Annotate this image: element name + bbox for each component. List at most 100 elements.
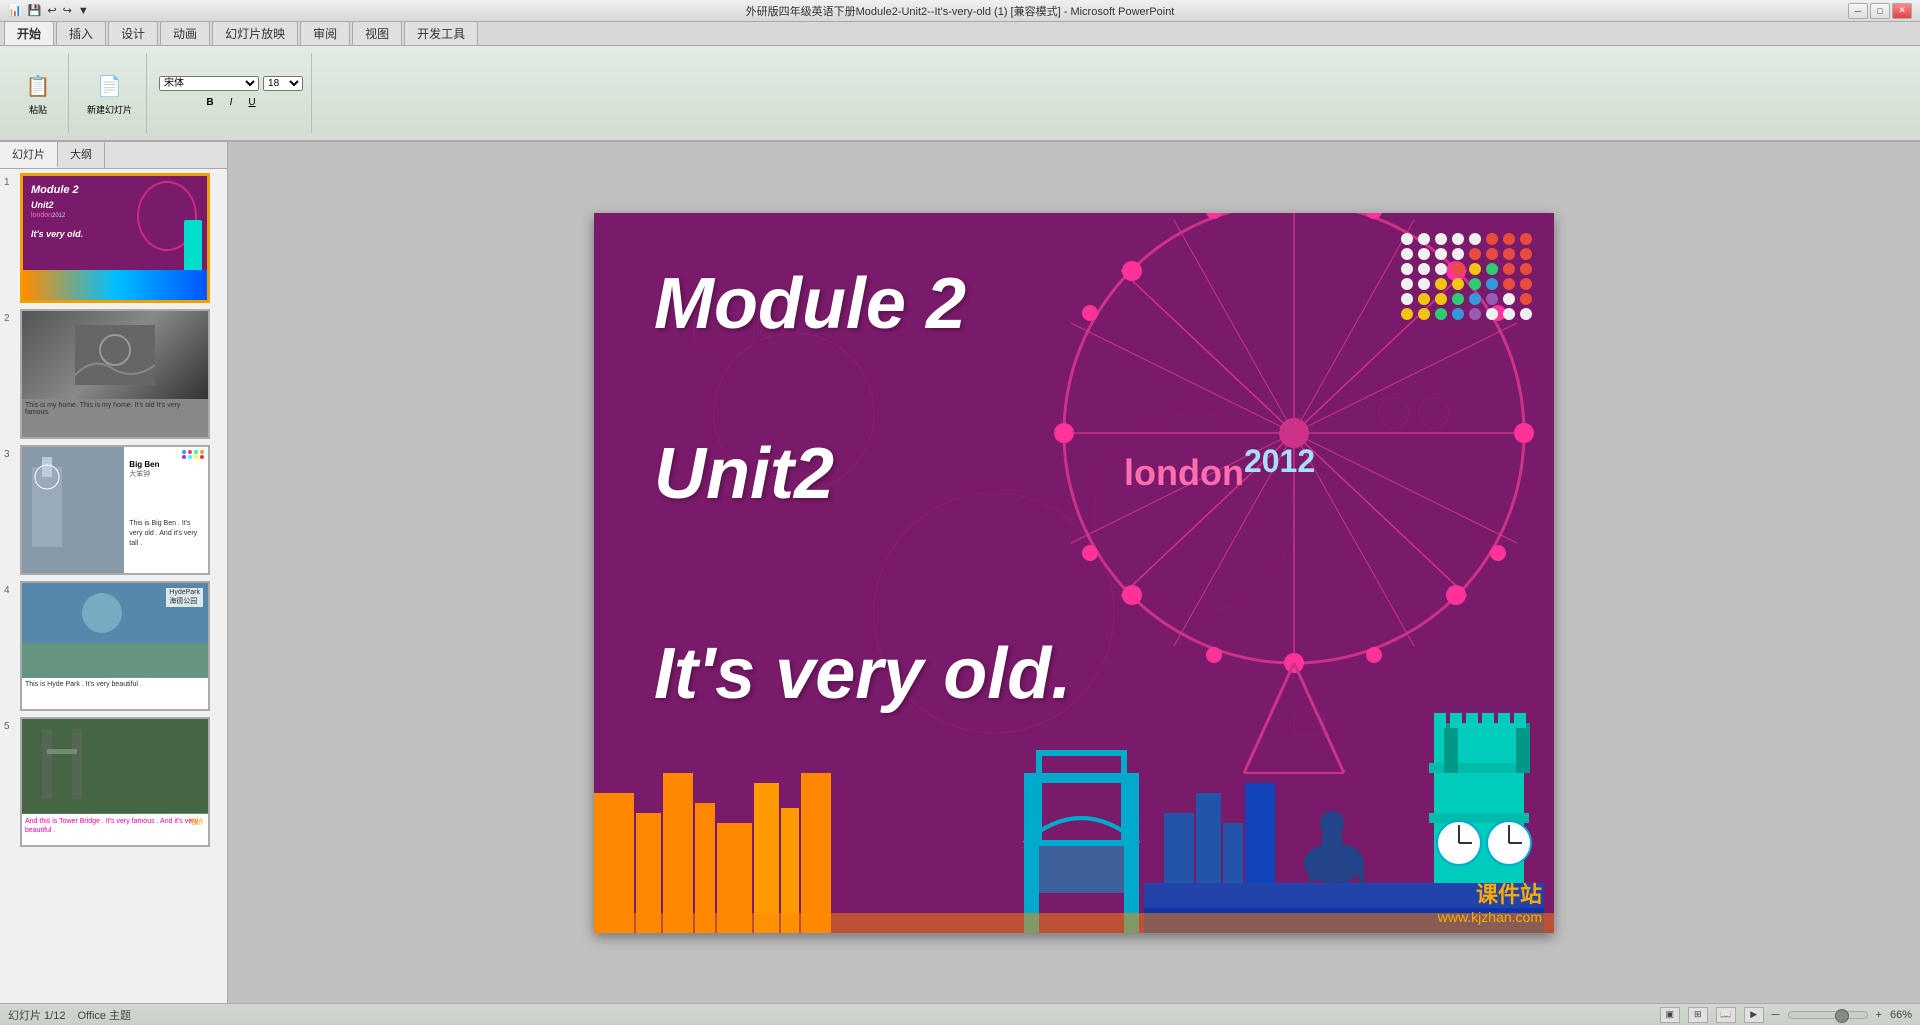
slide-thumb-4[interactable]: 4 HydePark 海德公园 xyxy=(4,581,223,711)
dot-0-2 xyxy=(1435,233,1447,245)
slide-info: 幻灯片 1/12 xyxy=(8,1007,65,1023)
dot-2-7 xyxy=(1520,263,1532,275)
window-title: 外研版四年级英语下册Module2-Unit2--It's-very-old (… xyxy=(746,3,1175,19)
dot-2-0 xyxy=(1401,263,1413,275)
s5-lbl: 塔桥 xyxy=(189,817,203,827)
dot-4-3 xyxy=(1452,293,1464,305)
bold-button[interactable]: B xyxy=(200,95,219,110)
s3-title: Big Ben xyxy=(129,460,203,469)
zoom-minus[interactable]: ─ xyxy=(1772,1009,1780,1021)
dot-4-2 xyxy=(1435,293,1447,305)
s5-caption: And this is Tower Bridge . It's very fam… xyxy=(22,814,208,838)
tab-slides[interactable]: 幻灯片 xyxy=(0,142,58,168)
slide-thumb-2[interactable]: 2 This is my home. This is my home. It's… xyxy=(4,309,223,439)
tab-review[interactable]: 审阅 xyxy=(300,21,350,45)
close-button[interactable]: ✕ xyxy=(1892,3,1912,19)
normal-view-button[interactable]: ▣ xyxy=(1660,1007,1680,1023)
s1-module: Module 2 xyxy=(31,184,79,196)
reading-view-button[interactable]: 📖 xyxy=(1716,1007,1736,1023)
quick-redo[interactable]: ↪ xyxy=(63,4,72,17)
quick-more[interactable]: ▼ xyxy=(78,5,89,17)
slide-preview-2: This is my home. This is my home. It's o… xyxy=(20,309,210,439)
dot-3-4 xyxy=(1469,278,1481,290)
tab-view[interactable]: 视图 xyxy=(352,21,402,45)
dot-5-4 xyxy=(1469,308,1481,320)
dot-0-7 xyxy=(1520,233,1532,245)
ribbon-tabs: 开始 插入 设计 动画 幻灯片放映 审阅 视图 开发工具 xyxy=(0,22,1920,46)
dot-0-0 xyxy=(1401,233,1413,245)
maximize-button[interactable]: □ xyxy=(1870,3,1890,19)
dot-4-1 xyxy=(1418,293,1430,305)
dot-4-6 xyxy=(1503,293,1515,305)
tab-slideshow[interactable]: 幻灯片放映 xyxy=(212,21,298,45)
watermark: 课件站 www.kjzhan.com xyxy=(1438,877,1542,925)
s1-cityscape xyxy=(23,270,207,300)
quick-undo[interactable]: ↩ xyxy=(47,4,56,17)
new-slide-button[interactable]: 📄 新建幻灯片 xyxy=(81,69,138,118)
paste-button[interactable]: 📋 粘贴 xyxy=(16,69,60,118)
dot-5-3 xyxy=(1452,308,1464,320)
dot-4-0 xyxy=(1401,293,1413,305)
slide-sorter-button[interactable]: ⊞ xyxy=(1688,1007,1708,1023)
dot-5-1 xyxy=(1418,308,1430,320)
slide-num-1: 1 xyxy=(4,173,20,188)
dot-2-2 xyxy=(1435,263,1447,275)
slide-thumb-1[interactable]: 1 Module 2 Unit2 london2012 It's very ol… xyxy=(4,173,223,303)
dot-0-3 xyxy=(1452,233,1464,245)
dot-0-4 xyxy=(1469,233,1481,245)
slide-main-area: Module 2 Unit2 london2012 It's very old. xyxy=(228,142,1920,1003)
zoom-slider[interactable] xyxy=(1788,1011,1868,1019)
fontsize-select[interactable]: 18 24 36 xyxy=(263,76,303,91)
window-controls: ─ □ ✕ xyxy=(1848,3,1912,19)
dot-2-3 xyxy=(1452,263,1464,275)
zoom-thumb xyxy=(1835,1009,1849,1023)
dot-5-2 xyxy=(1435,308,1447,320)
italic-button[interactable]: I xyxy=(224,95,239,110)
s1-tagline: It's very old. xyxy=(31,229,83,239)
tab-start[interactable]: 开始 xyxy=(4,21,54,45)
main-area: 幻灯片 大纲 1 Module 2 Unit2 london2012 It's … xyxy=(0,142,1920,1003)
watermark-text: 课件站 xyxy=(1438,877,1542,909)
slideshow-button[interactable]: ▶ xyxy=(1744,1007,1764,1023)
slide-unit-text: Unit2 xyxy=(654,433,834,515)
quick-save[interactable]: 💾 xyxy=(28,4,42,17)
tab-developer[interactable]: 开发工具 xyxy=(404,21,478,45)
s3-subtitle: 大笨钟 xyxy=(129,469,203,479)
dot-5-7 xyxy=(1520,308,1532,320)
dot-2-5 xyxy=(1486,263,1498,275)
tab-design[interactable]: 设计 xyxy=(108,21,158,45)
ribbon-group-slides: 📄 新建幻灯片 xyxy=(73,53,147,133)
ribbon-group-font: 宋体 微软雅黑 18 24 36 B I U xyxy=(151,53,312,133)
ribbon-group-clipboard: 📋 粘贴 xyxy=(8,53,69,133)
s4-label: HydePark 海德公园 xyxy=(166,588,203,607)
dot-5-0 xyxy=(1401,308,1413,320)
dot-3-2 xyxy=(1435,278,1447,290)
slide-london-text: london2012 xyxy=(1124,443,1315,494)
tab-animation[interactable]: 动画 xyxy=(160,21,210,45)
slide-preview-5: 塔桥 And this is Tower Bridge . It's very … xyxy=(20,717,210,847)
tab-outline[interactable]: 大纲 xyxy=(58,142,105,168)
slide-num-5: 5 xyxy=(4,717,20,732)
s2-caption: This is my home. This is my home. It's o… xyxy=(22,399,208,419)
status-left: 幻灯片 1/12 Office 主题 xyxy=(8,1007,131,1023)
slide2-content: This is my home. This is my home. It's o… xyxy=(22,311,208,437)
underline-button[interactable]: U xyxy=(242,95,261,110)
main-slide[interactable]: Module 2 Unit2 london2012 It's very old. xyxy=(594,213,1554,933)
tab-insert[interactable]: 插入 xyxy=(56,21,106,45)
slide-num-3: 3 xyxy=(4,445,20,460)
slide-module-text: Module 2 xyxy=(654,263,966,345)
app-icon: 📊 xyxy=(8,4,22,17)
cityscape-svg xyxy=(594,713,1554,933)
slide1-content: Module 2 Unit2 london2012 It's very old. xyxy=(23,176,207,300)
dot-1-3 xyxy=(1452,248,1464,260)
dot-4-4 xyxy=(1469,293,1481,305)
s1-unit: Unit2 xyxy=(31,200,54,210)
dot-2-4 xyxy=(1469,263,1481,275)
minimize-button[interactable]: ─ xyxy=(1848,3,1868,19)
slide5-content: 塔桥 And this is Tower Bridge . It's very … xyxy=(22,719,208,845)
slide-thumb-3[interactable]: 3 xyxy=(4,445,223,575)
dot-1-6 xyxy=(1503,248,1515,260)
font-select[interactable]: 宋体 微软雅黑 xyxy=(159,76,259,91)
zoom-plus[interactable]: + xyxy=(1876,1009,1882,1021)
slide-thumb-5[interactable]: 5 塔桥 And this is Tower B xyxy=(4,717,223,847)
